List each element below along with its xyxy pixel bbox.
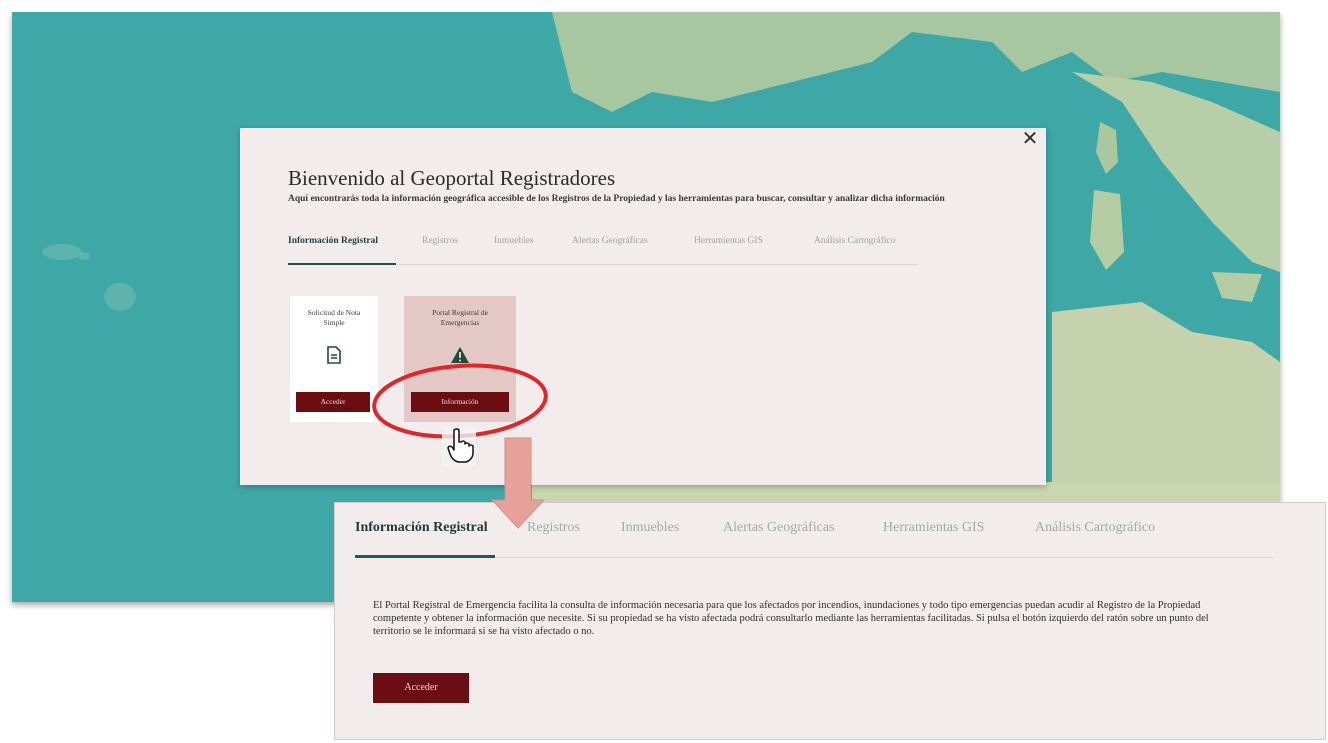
tab-analisis-cartografico[interactable]: Análisis Cartográfico (1035, 520, 1155, 536)
tab-herramientas-gis[interactable]: Herramientas GIS (883, 520, 984, 536)
modal-title: Bienvenido al Geoportal Registradores (288, 166, 616, 190)
tab-informacion-registral[interactable]: Información Registral (355, 520, 488, 536)
active-tab-indicator (288, 263, 396, 265)
card-portal-emergencias[interactable]: Portal Registral de Emergencias Informac… (404, 296, 516, 422)
tab-alertas-geograficas[interactable]: Alertas Geográficas (572, 236, 648, 246)
card-title: Solicitud de Nota Simple (307, 308, 361, 327)
card-nota-simple[interactable]: Solicitud de Nota Simple Acceder (290, 296, 378, 422)
tab-analisis-cartografico[interactable]: Análisis Cartográfico (814, 236, 896, 246)
tab-registros[interactable]: Registros (422, 236, 458, 246)
tab-alertas-geograficas[interactable]: Alertas Geográficas (723, 520, 835, 536)
close-icon[interactable]: ✕ (1020, 128, 1040, 148)
card-title: Portal Registral de Emergencias (432, 308, 488, 327)
welcome-modal: ✕ Bienvenido al Geoportal Registradores … (240, 128, 1046, 485)
detail-tab-bar: Información Registral Registros Inmueble… (355, 517, 1273, 558)
landmass-sicily (1212, 272, 1262, 302)
document-icon (326, 346, 342, 369)
island-porto-santo (78, 252, 90, 260)
tab-informacion-registral[interactable]: Información Registral (288, 236, 378, 246)
active-tab-indicator (355, 555, 495, 558)
detail-panel: Información Registral Registros Inmueble… (334, 502, 1326, 740)
tab-registros[interactable]: Registros (527, 520, 580, 536)
warning-icon (450, 346, 470, 369)
modal-subtitle: Aquí encontrarás toda la información geo… (288, 194, 945, 204)
emergency-portal-description: El Portal Registral de Emergencia facili… (373, 600, 1209, 637)
landmass-africa (1052, 302, 1280, 482)
tab-herramientas-gis[interactable]: Herramientas GIS (694, 236, 763, 246)
island-madeira (42, 244, 82, 260)
tab-inmuebles[interactable]: Inmuebles (621, 520, 679, 536)
modal-tab-bar: Información Registral Registros Inmueble… (288, 236, 918, 265)
landmass-corsica (1096, 122, 1118, 174)
acceder-button[interactable]: Acceder (296, 392, 370, 412)
acceder-button[interactable]: Acceder (373, 673, 469, 703)
island-canarias (104, 283, 136, 311)
tab-inmuebles[interactable]: Inmuebles (494, 236, 534, 246)
landmass-sardinia (1090, 190, 1124, 270)
informacion-button[interactable]: Información (411, 392, 509, 412)
